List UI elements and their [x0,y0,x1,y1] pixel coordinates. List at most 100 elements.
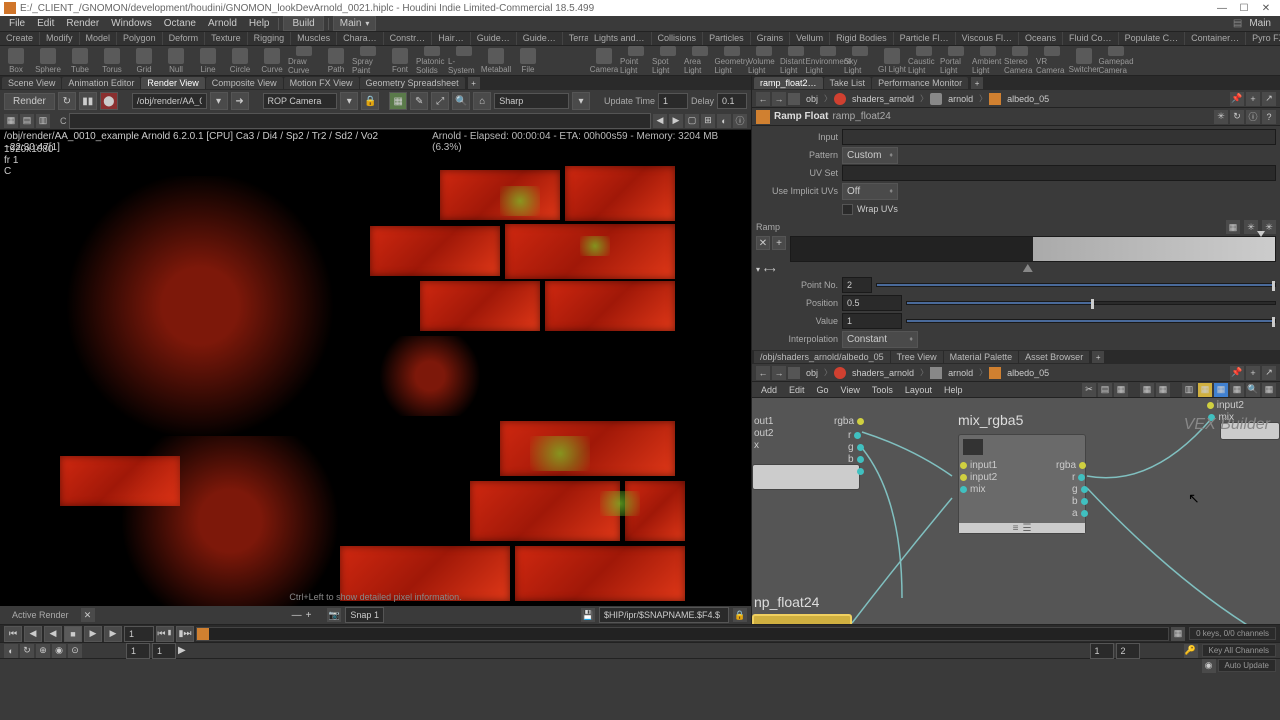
shelf-tool-caustic-light[interactable]: Caustic Light [908,46,940,75]
channel-field[interactable] [69,113,652,129]
net-menu-tools[interactable]: Tools [867,385,898,395]
shelf-tab-10[interactable]: Hair… [432,32,471,45]
link-icon[interactable]: + [1246,92,1260,106]
shelf-tab-3[interactable]: Polygon [117,32,163,45]
shelf-tab-1[interactable]: Collisions [652,32,704,45]
net-tool-7[interactable]: ▦ [1198,383,1212,397]
shelf-tool-font[interactable]: Font [384,46,416,75]
port-a[interactable]: a [848,466,864,477]
shelf-tool-sphere[interactable]: Sphere [32,46,64,75]
menu-edit[interactable]: Edit [32,18,59,29]
net-tool-8[interactable]: ▦ [1214,383,1228,397]
shelf-tool-curve[interactable]: Curve [256,46,288,75]
region-icon[interactable]: ▦ [389,92,407,110]
network-tab-1[interactable]: Tree View [891,351,943,363]
pane-tab-4[interactable]: Motion FX View [284,77,359,89]
mix-a-out[interactable]: a [1072,508,1088,519]
shelf-tool-environment-light[interactable]: Environment Light [812,46,844,75]
floppy-icon[interactable]: 💾 [581,608,595,622]
net-menu-view[interactable]: View [836,385,865,395]
value-slider[interactable] [906,319,1276,323]
shelf-tab-4[interactable]: Vellum [790,32,830,45]
wrap-checkbox[interactable] [842,204,853,215]
first-frame-button[interactable]: ⏮ [4,626,22,642]
bb-icon-5[interactable]: ⊙ [68,644,82,658]
stop-icon[interactable]: ⬤ [100,92,118,110]
shelf-tab-12[interactable]: Guide… [517,32,563,45]
crumb-albedo[interactable]: albedo_05 [1003,93,1053,105]
end-frame1[interactable] [1090,643,1114,659]
ch-icon-2[interactable]: ▶ [669,114,683,128]
pointno-field[interactable] [842,277,872,293]
cam-dropdown-icon[interactable]: ▾ [340,92,358,110]
render-button[interactable]: Render [4,93,55,110]
play-button[interactable]: ▶ [84,626,102,642]
shelf-tab-12[interactable]: Pyro FX [1246,32,1280,45]
port-r[interactable]: r [848,430,861,441]
net-tool-2[interactable]: ▤ [1098,383,1112,397]
net-fwd-icon[interactable]: → [772,366,786,380]
snap-field[interactable]: Snap 1 [345,607,384,623]
net-crumb-albedo[interactable]: albedo_05 [1003,367,1053,379]
input-field[interactable] [842,129,1276,145]
shelf-tab-10[interactable]: Populate C… [1119,32,1186,45]
minimize-button[interactable]: — [1212,1,1232,15]
network-tab-3[interactable]: Asset Browser [1019,351,1089,363]
shelf-tool-metaball[interactable]: Metaball [480,46,512,75]
mix-g-out[interactable]: g [1072,484,1088,495]
prev-key-button[interactable]: ⏮▮ [156,626,174,642]
bb-icon-4[interactable]: ◉ [52,644,66,658]
dropdown-icon[interactable]: ▾ [210,92,228,110]
pin-icon[interactable]: 📌 [1230,92,1244,106]
shelf-tool-stereo-camera[interactable]: Stereo Camera [1004,46,1036,75]
pattern-dropdown[interactable]: Custom [842,147,898,164]
shelf-tab-5[interactable]: Texture [205,32,248,45]
view-icon-3[interactable]: ▥ [36,114,50,128]
shelf-tab-6[interactable]: Particle Fl… [894,32,956,45]
ramp-add-button[interactable]: + [772,236,786,250]
net-tool-6[interactable]: ▥ [1182,383,1196,397]
lock-save-icon[interactable]: 🔒 [733,608,747,622]
shelf-tool-platonic-solids[interactable]: Platonic Solids [416,46,448,75]
net-tool-1[interactable]: ✂ [1082,383,1096,397]
desktop-dropdown[interactable]: Main [333,16,377,31]
shelf-tab-7[interactable]: Viscous Fl… [956,32,1019,45]
shelf-tool-portal-light[interactable]: Portal Light [940,46,972,75]
shelf-tool-grid[interactable]: Grid [128,46,160,75]
net-menu-help[interactable]: Help [939,385,968,395]
right-desktop[interactable]: Main [1244,18,1276,29]
render-path[interactable] [132,93,207,109]
shelf-tab-6[interactable]: Rigging [248,32,292,45]
crumb-shaders[interactable]: shaders_arnold [848,93,918,105]
home-icon[interactable]: ⌂ [473,92,491,110]
pane-tab-1[interactable]: Animation Editor [62,77,140,89]
build-button[interactable]: Build [283,16,323,31]
stop-button[interactable]: ■ [64,626,82,642]
shelf-tab-11[interactable]: Container… [1185,32,1246,45]
brush-icon[interactable]: ✎ [410,92,428,110]
ch-icon-5[interactable]: ◐ [717,114,731,128]
ch-icon-1[interactable]: ◀ [653,114,667,128]
maximize-button[interactable]: ☐ [1234,1,1254,15]
net-menu-edit[interactable]: Edit [784,385,810,395]
ramp-node[interactable] [752,614,852,624]
implicit-dropdown[interactable]: Off [842,183,898,200]
right-pane-tab-1[interactable]: Take List [824,77,872,89]
ramp-position-track[interactable] [779,264,1276,274]
render-view[interactable]: /obj/render/AA_0010_example Arnold 6.2.0… [0,130,751,606]
network-tab-0[interactable]: /obj/shaders_arnold/albedo_05 [754,351,890,363]
port-out1[interactable]: out1 [754,416,773,427]
right-pane-tab-0[interactable]: ramp_float2… [754,77,823,89]
port-rgba-left[interactable]: rgba [834,416,864,427]
auto-update-label[interactable]: Auto Update [1218,659,1276,672]
mix-input2[interactable]: input2 [960,472,997,483]
network-view[interactable]: out1 out2 x rgba r g b a mix_rgba5 ≡☰ in… [752,398,1280,624]
jump-icon[interactable]: ➜ [231,92,249,110]
zoom-icon[interactable]: 🔍 [452,92,470,110]
shelf-tool-file[interactable]: File [512,46,544,75]
menu-arnold[interactable]: Arnold [203,18,242,29]
shelf-tab-2[interactable]: Model [80,32,118,45]
ramp-gradient[interactable] [790,236,1276,262]
shelf-tool-geometry-light[interactable]: Geometry Light [716,46,748,75]
shelf-tab-8[interactable]: Oceans [1019,32,1063,45]
